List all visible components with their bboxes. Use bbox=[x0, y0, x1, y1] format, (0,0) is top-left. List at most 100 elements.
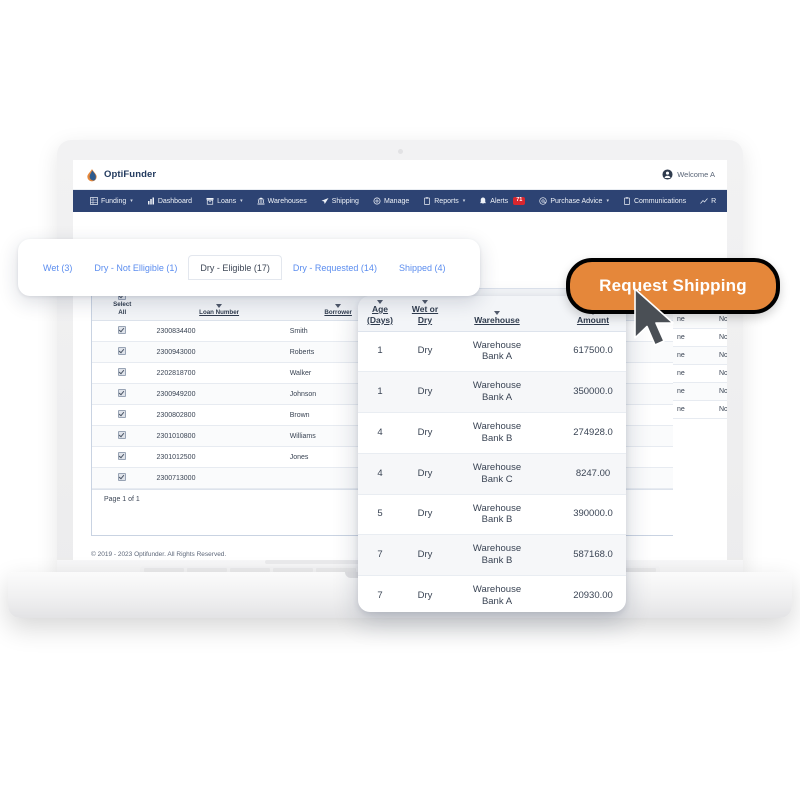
cell-wet-or-dry: Dry bbox=[402, 494, 448, 536]
brand-logo[interactable]: OptiFunder bbox=[85, 168, 156, 182]
nav-item-manage[interactable]: Manage bbox=[366, 197, 416, 205]
nav-item-warehouses[interactable]: Warehouses bbox=[250, 197, 314, 205]
cell-warehouse: Warehouse Bank C bbox=[448, 453, 546, 495]
nav-item-alerts[interactable]: Alerts 71 bbox=[472, 197, 532, 205]
th-age-days[interactable]: Age (Days) bbox=[358, 296, 402, 332]
table-row[interactable]: 4 Dry Warehouse Bank C 8247.00 bbox=[358, 453, 626, 495]
welcome-user[interactable]: Welcome A bbox=[662, 169, 715, 180]
tab-dry-requested[interactable]: Dry - Requested (14) bbox=[282, 256, 388, 280]
cell-loan-number: 2301010800 bbox=[152, 425, 286, 448]
cell-enote: None bbox=[715, 400, 727, 420]
tab-wet[interactable]: Wet (3) bbox=[32, 256, 83, 280]
table-row[interactable]: 1 Dry Warehouse Bank A 350000.0 bbox=[358, 371, 626, 414]
filter-funnel-icon[interactable] bbox=[335, 304, 342, 309]
cell-loan-number: 2300713000 bbox=[152, 467, 286, 490]
chevron-down-icon: ▾ bbox=[130, 198, 133, 204]
nav-item-reports[interactable]: Reports ▾ bbox=[416, 197, 472, 205]
cell-amount: 8247.00 bbox=[546, 453, 626, 495]
cell-loan-number: 2301012500 bbox=[152, 446, 286, 469]
tab-dry-eligible[interactable]: Dry - Eligible (17) bbox=[188, 255, 282, 280]
row-checkbox[interactable] bbox=[118, 431, 127, 440]
bell-icon bbox=[479, 197, 487, 205]
mouse-pointer-icon bbox=[633, 288, 679, 355]
cell-warehouse: Warehouse Bank A bbox=[448, 331, 546, 373]
status-tabs: Wet (3) Dry - Not Elligible (1) Dry - El… bbox=[32, 255, 456, 280]
row-checkbox[interactable] bbox=[118, 410, 127, 419]
chevron-down-icon: ▾ bbox=[240, 198, 243, 204]
chevron-down-icon: ▾ bbox=[606, 198, 609, 204]
th-label-2: Dry bbox=[417, 314, 433, 325]
row-checkbox[interactable] bbox=[118, 473, 127, 482]
cell-warehouse: Warehouse Bank A bbox=[448, 575, 546, 612]
cell-age: 1 bbox=[358, 371, 402, 414]
loan-detail-panel: Age (Days) Wet or Dry Warehouse Amount 1… bbox=[358, 296, 626, 612]
table-row[interactable]: 1 Dry Warehouse Bank A 617500.0 bbox=[358, 331, 626, 373]
row-checkbox[interactable] bbox=[118, 347, 127, 356]
footer-copyright: © 2019 - 2023 Optifunder. All Rights Res… bbox=[91, 551, 227, 558]
filter-funnel-icon[interactable] bbox=[216, 304, 223, 309]
row-checkbox[interactable] bbox=[118, 368, 127, 377]
cell-loan-number: 2300802800 bbox=[152, 404, 286, 427]
nav-label: Reports bbox=[434, 197, 459, 205]
panel-table-body: 1 Dry Warehouse Bank A 617500.0 1 Dry War… bbox=[358, 331, 626, 612]
cell-age: 4 bbox=[358, 453, 402, 495]
nav-label: Funding bbox=[101, 197, 127, 205]
tab-shipped[interactable]: Shipped (4) bbox=[388, 256, 457, 280]
row-checkbox[interactable] bbox=[118, 389, 127, 398]
cell-wet-or-dry: Dry bbox=[402, 412, 448, 454]
bank-icon bbox=[257, 197, 265, 205]
nav-item-purchase-advice[interactable]: Purchase Advice ▾ bbox=[532, 197, 616, 205]
cell-loan-number: 2300949200 bbox=[152, 383, 286, 406]
cell-amount: 617500.0 bbox=[546, 331, 626, 373]
user-circle-icon bbox=[662, 169, 673, 180]
th-warehouse[interactable]: Warehouse bbox=[448, 296, 546, 332]
clipboard-icon bbox=[423, 197, 431, 205]
table-row[interactable]: 5 Dry Warehouse Bank B 390000.0 bbox=[358, 494, 626, 536]
th-label: Warehouse bbox=[474, 314, 520, 325]
cell-age: 1 bbox=[358, 331, 402, 373]
warehouse-line-1: Warehouse bbox=[472, 380, 522, 392]
brand-name: OptiFunder bbox=[104, 169, 157, 180]
nav-item-r[interactable]: R bbox=[693, 197, 723, 205]
nav-item-communications[interactable]: Communications bbox=[616, 197, 693, 205]
table-row[interactable]: neNone••• bbox=[673, 382, 727, 402]
table-row[interactable]: neNone••• bbox=[673, 328, 727, 348]
grid-icon bbox=[90, 197, 98, 205]
warehouse-line-2: Bank B bbox=[481, 514, 513, 526]
cell-wet-or-dry: Dry bbox=[402, 575, 448, 612]
cell-commitment-id: ne bbox=[673, 346, 715, 366]
trend-icon bbox=[700, 197, 708, 205]
nav-label: Communications bbox=[633, 197, 687, 205]
cell-commitment-id: ne bbox=[673, 400, 715, 420]
cell-commitment-id: ne bbox=[673, 382, 715, 402]
cell-wet-or-dry: Dry bbox=[402, 534, 448, 577]
nav-item-dashboard[interactable]: Dashboard bbox=[140, 197, 199, 205]
bar-chart-icon bbox=[147, 197, 155, 205]
select-all-label-1: Select bbox=[113, 301, 132, 308]
cell-amount: 20930.00 bbox=[546, 575, 626, 612]
nav-label: Dashboard bbox=[157, 197, 193, 205]
cell-commitment-id: ne bbox=[673, 328, 715, 348]
table-row[interactable]: neNone••• bbox=[673, 364, 727, 384]
table-row[interactable]: 7 Dry Warehouse Bank A 20930.00 bbox=[358, 575, 626, 612]
alerts-badge: 71 bbox=[513, 197, 526, 205]
th-label: Amount bbox=[576, 314, 610, 325]
table-row[interactable]: neNone••• bbox=[673, 400, 727, 420]
table-row[interactable]: neNone••• bbox=[673, 346, 727, 366]
nav-item-loans[interactable]: Loans ▾ bbox=[199, 197, 250, 205]
table-row[interactable]: 4 Dry Warehouse Bank B 274928.0 bbox=[358, 412, 626, 454]
cell-wet-or-dry: Dry bbox=[402, 331, 448, 373]
warehouse-line-1: Warehouse bbox=[472, 543, 522, 555]
archive-icon bbox=[206, 197, 214, 205]
warehouse-line-1: Warehouse bbox=[472, 461, 522, 473]
row-checkbox[interactable] bbox=[118, 452, 127, 461]
nav-item-shipping[interactable]: Shipping bbox=[314, 197, 366, 205]
tab-dry-not-eligible[interactable]: Dry - Not Elligible (1) bbox=[83, 256, 188, 280]
cell-age: 5 bbox=[358, 494, 402, 536]
table-row[interactable]: 7 Dry Warehouse Bank B 587168.0 bbox=[358, 534, 626, 577]
chevron-down-icon: ▾ bbox=[462, 198, 466, 204]
th-wet-or-dry[interactable]: Wet or Dry bbox=[402, 296, 448, 332]
row-checkbox[interactable] bbox=[118, 326, 127, 335]
th-label: Age bbox=[371, 304, 389, 314]
nav-item-funding[interactable]: Funding ▾ bbox=[83, 197, 140, 205]
